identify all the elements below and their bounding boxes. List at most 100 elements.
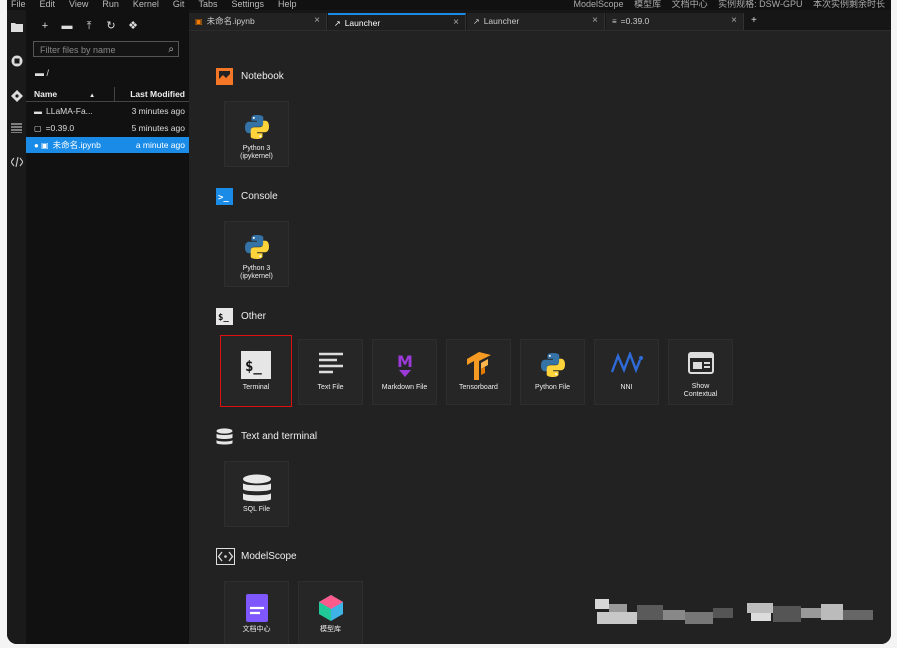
launcher-card-show[interactable]: Show Contextual [668,339,733,405]
search-icon: ⌕ [168,44,174,55]
file-modified: 5 minutes ago [131,123,185,133]
file-modified: 3 minutes ago [131,106,185,116]
svg-text:M: M [397,352,413,371]
card-label-line: SQL File [243,506,270,513]
menu-view[interactable]: View [69,0,88,9]
menu-settings[interactable]: Settings [231,0,264,9]
menu-file[interactable]: File [11,0,26,9]
close-icon[interactable]: × [453,15,459,31]
launcher-card-terminal[interactable]: $_ Terminal [220,335,292,407]
menu-link-docs[interactable]: 文档中心 [672,0,708,9]
svg-text:>_: >_ [218,193,229,203]
tensorboard-icon [447,352,510,383]
menu-git[interactable]: Git [173,0,185,9]
launcher-card-python-3[interactable]: Python 3 (ipykernel) [224,221,289,287]
launcher-card-python-file[interactable]: Python File [520,339,585,405]
launcher-card-markdown-file[interactable]: M Markdown File [372,339,437,405]
nni-icon [595,350,658,378]
card-label: Tensorboard [447,384,510,392]
activity-bar [7,10,27,644]
git-clone-icon[interactable]: ❖ [122,19,144,32]
tab-label: 未命名.ipynb [206,16,255,26]
launcher-card-文档中心[interactable]: 文档中心 [224,581,289,644]
notebook-section-icon [216,67,233,85]
column-separator [114,87,115,101]
section-title: ModelScope [241,551,297,562]
menubar-right: ModelScope 模型库 文档中心 实例规格: DSW-GPU 本次实例剩余… [566,0,886,9]
extension-icon[interactable] [9,156,24,172]
card-label-line: Show [691,383,710,390]
file-name: 未命名.ipynb [52,140,101,150]
menu-edit[interactable]: Edit [40,0,56,9]
svg-text:$_: $_ [218,313,229,323]
close-icon[interactable]: × [731,13,737,29]
launcher-card-模型库[interactable]: 模型库 [298,581,363,644]
card-label: Markdown File [373,384,436,392]
notebook-icon: ▣ [195,17,203,26]
tab-label: =0.39.0 [620,16,650,26]
text-file-icon [299,352,362,378]
running-icon[interactable] [9,55,24,70]
card-label: 模型库 [299,626,362,634]
tab-2[interactable]: ↗ Launcher × [328,13,466,30]
menu-help[interactable]: Help [278,0,297,9]
instance-remaining-time: 本次实例剩余时长 [812,0,885,9]
file-name: =0.39.0 [45,123,75,133]
upload-icon[interactable]: ⤒ [78,20,100,33]
file-row[interactable]: ▬ LLaMA-Fa... 3 minutes ago [26,103,189,119]
file-browser: + ▬ ⤒ ↻ ❖ Filter files by name ⌕ ▬ / Name ▲ L… [26,10,190,644]
launcher-card-sql-file[interactable]: SQL File [224,461,289,527]
tab-bar: ▣ 未命名.ipynb × ↗ Launcher × ↗ Launcher × ≡ =0.39.0 ×… [189,10,891,31]
add-tab-button[interactable]: + [751,13,757,29]
launcher-card-text-file[interactable]: Text File [298,339,363,405]
menu-link-models[interactable]: 模型库 [634,0,661,9]
file-row[interactable]: ▢ =0.39.0 5 minutes ago [26,120,189,136]
launcher-icon: ↗ [334,19,341,28]
filter-placeholder: Filter files by name [40,45,116,55]
close-icon[interactable]: × [592,13,598,29]
card-label-line: Python File [534,384,571,391]
card-label: Python 3 (ipykernel) [225,145,288,161]
tab-label: Launcher [483,16,520,26]
python-icon [521,352,584,378]
file-icon: ▢ [34,124,42,133]
database-icon [225,474,288,502]
launcher-card-python-3[interactable]: Python 3 (ipykernel) [224,101,289,167]
menu-tabs[interactable]: Tabs [198,0,217,9]
card-label: Show Contextual [669,383,732,399]
tab-1[interactable]: ▣ 未命名.ipynb × [189,13,327,30]
folder-icon[interactable] [9,22,24,37]
file-name: LLaMA-Fa... [46,106,93,116]
card-label: SQL File [225,506,288,514]
docs-icon [225,594,288,622]
file-name-cell: ▢ =0.39.0 [34,120,74,137]
refresh-icon[interactable]: ↻ [100,19,122,32]
column-name[interactable]: Name ▲ [34,89,95,99]
card-label-line: Text File [317,384,344,391]
card-label: Terminal [221,384,291,392]
modelscope-brand[interactable]: ModelScope [574,0,624,9]
section-notebook: Notebook [216,67,284,87]
toc-icon[interactable] [9,123,24,138]
launcher-card-nni[interactable]: NNI [594,339,659,405]
close-icon[interactable]: × [314,13,320,29]
launcher-card-tensorboard[interactable]: Tensorboard [446,339,511,405]
new-launcher-icon[interactable]: + [34,20,56,32]
tab-4[interactable]: ≡ =0.39.0 × [606,13,744,30]
file-name-cell: ● ▣ 未命名.ipynb [34,137,101,154]
menu-kernel[interactable]: Kernel [133,0,159,9]
other-section-icon: $_ [216,307,233,325]
section-title: Notebook [241,71,284,82]
breadcrumb[interactable]: ▬ / [35,68,49,78]
card-label-line: Contextual [683,391,718,398]
filter-files-input[interactable]: Filter files by name ⌕ [33,41,179,57]
file-row[interactable]: ● ▣ 未命名.ipynb a minute ago [26,137,189,153]
column-last-modified[interactable]: Last Modified [130,89,185,99]
menu-run[interactable]: Run [102,0,119,9]
git-icon[interactable] [9,90,24,105]
folder-icon: ▬ [34,107,42,116]
card-label-line: Markdown File [381,384,428,391]
launcher-icon: ↗ [473,17,480,26]
tab-3[interactable]: ↗ Launcher × [467,13,605,30]
new-folder-icon[interactable]: ▬ [56,20,78,32]
